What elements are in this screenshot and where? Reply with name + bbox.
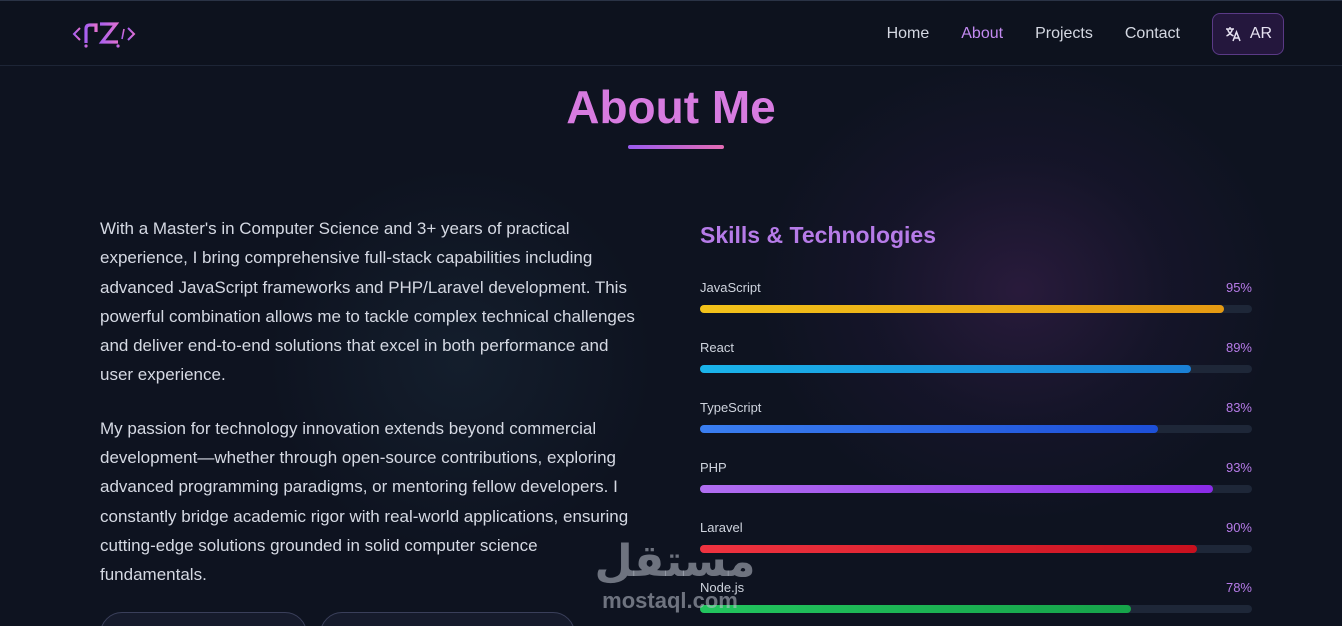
skill-percent: 95% [1225, 280, 1252, 295]
bio-paragraph: With a Master's in Computer Science and … [100, 219, 635, 385]
skill-row-javascript: JavaScript 95% [700, 280, 1252, 320]
action-button[interactable] [320, 612, 575, 626]
skill-bar-fill [700, 485, 1214, 493]
action-button[interactable] [100, 612, 307, 626]
skill-name: PHP [700, 460, 727, 475]
bio-paragraph: My passion for technology innovation ext… [100, 418, 629, 585]
skill-name: JavaScript [700, 280, 761, 295]
nav-contact[interactable]: Contact [1125, 25, 1180, 43]
site-logo[interactable] [72, 19, 140, 49]
skill-bar-fill [700, 305, 1225, 313]
skill-percent: 93% [1225, 460, 1252, 475]
language-label: AR [1249, 25, 1273, 42]
skill-track [700, 425, 1252, 433]
title-underline [628, 145, 724, 149]
skill-name: Node.js [700, 580, 745, 595]
skills-title: Skills & Technologies [700, 222, 937, 248]
skill-percent: 89% [1225, 340, 1252, 355]
skill-row-laravel: Laravel 90% [700, 520, 1252, 560]
skill-track [700, 305, 1252, 313]
top-navbar: Home About Projects Contact AR [0, 0, 1342, 66]
skill-row-php: PHP 93% [700, 460, 1252, 500]
skill-name: Laravel [700, 520, 743, 535]
skill-track [700, 605, 1252, 613]
skill-percent: 78% [1225, 580, 1252, 595]
nav-home[interactable]: Home [887, 25, 930, 43]
skill-row-react: React 89% [700, 340, 1252, 380]
skill-row-typescript: TypeScript 83% [700, 400, 1252, 440]
main-nav: Home About Projects Contact AR [887, 13, 1284, 55]
skill-row-nodejs: Node.js 78% [700, 580, 1252, 620]
skill-bar-fill [700, 605, 1131, 613]
skill-name: TypeScript [700, 400, 762, 415]
skill-percent: 90% [1225, 520, 1252, 535]
skill-track [700, 545, 1252, 553]
skill-percent: 83% [1225, 400, 1252, 415]
page-title: About Me [566, 81, 776, 133]
language-toggle-button[interactable]: AR [1212, 13, 1284, 55]
nav-about[interactable]: About [961, 25, 1003, 43]
nav-projects[interactable]: Projects [1035, 25, 1093, 43]
skill-bar-fill [700, 365, 1192, 373]
skill-track [700, 485, 1252, 493]
skill-bar-fill [700, 545, 1197, 553]
skill-bar-fill [700, 425, 1159, 433]
skill-track [700, 365, 1252, 373]
about-bio: With a Master's in Computer Science and … [100, 214, 645, 614]
translate-icon [1225, 27, 1241, 42]
skill-name: React [700, 340, 734, 355]
